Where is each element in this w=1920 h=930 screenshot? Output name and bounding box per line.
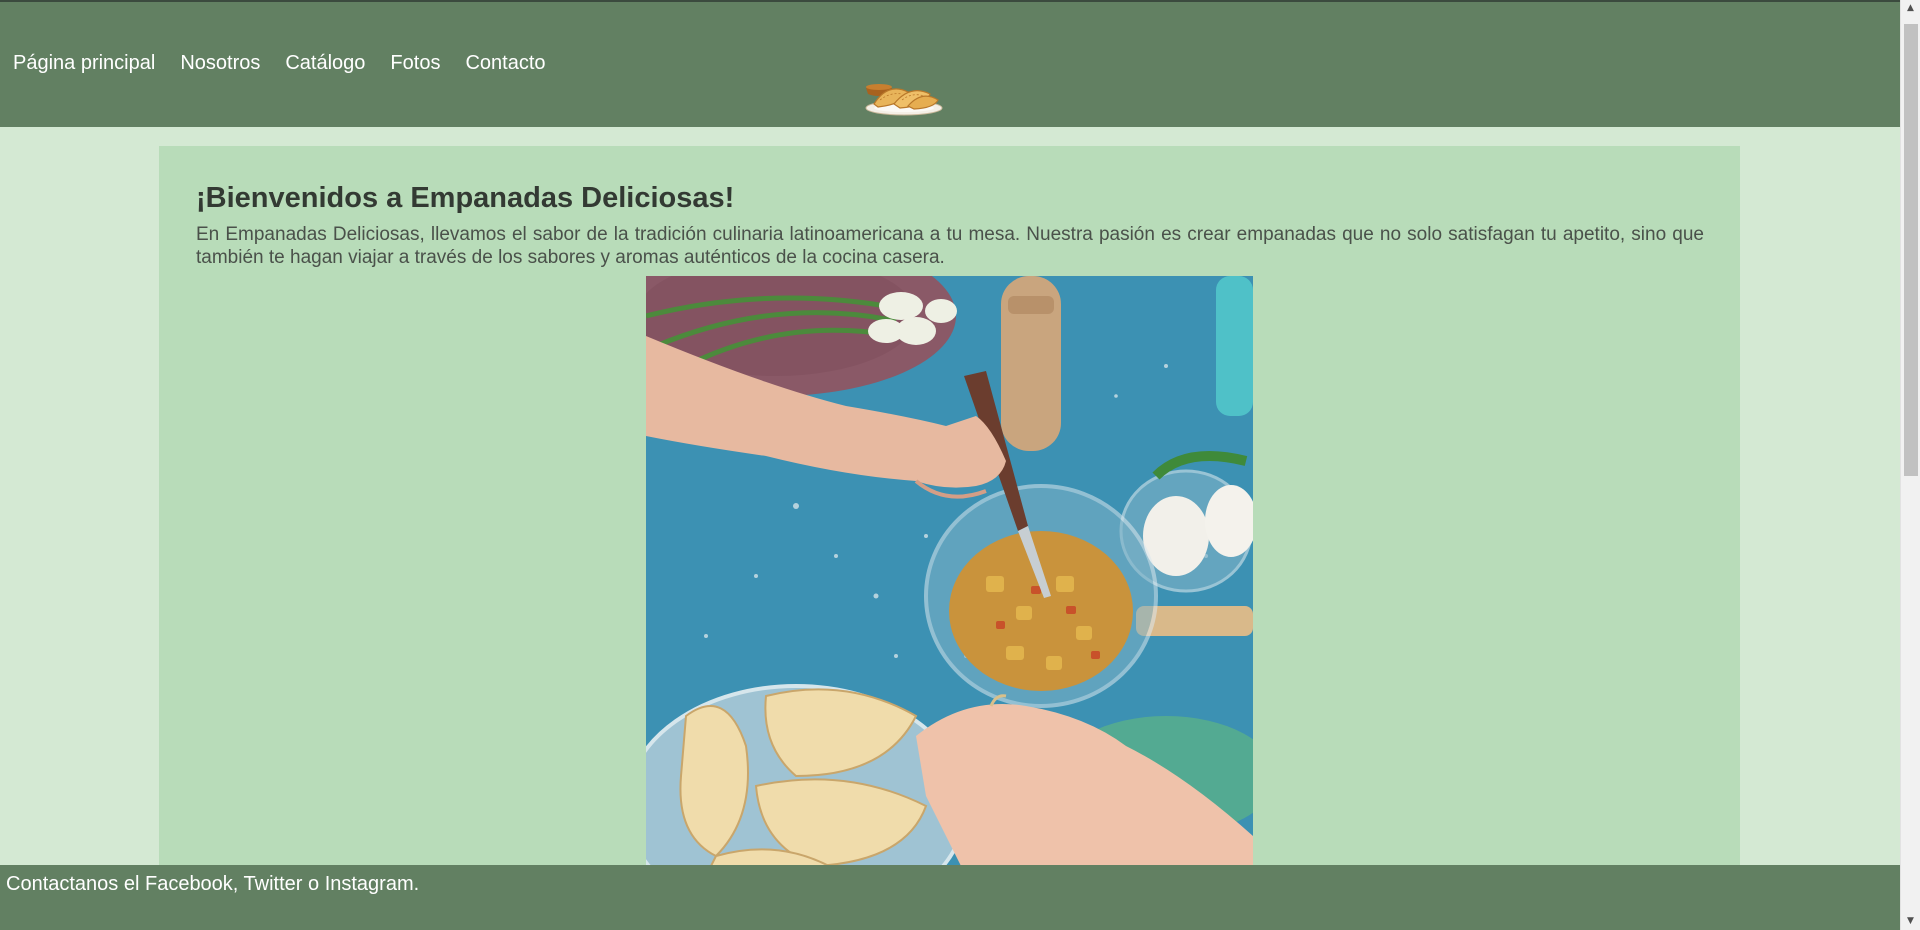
footer: Contactanos el Facebook, Twitter o Insta… [0,865,1900,930]
scroll-down-arrow-icon[interactable]: ▼ [1901,913,1920,930]
page-title: ¡Bienvenidos a Empanadas Deliciosas! [196,182,735,214]
empanadas-photo [646,276,1253,866]
nav-item-pagina-principal[interactable]: Página principal [13,52,155,75]
nav-links: Página principal Nosotros Catálogo Fotos… [13,52,571,75]
scrollbar-thumb[interactable] [1904,24,1918,476]
vertical-scrollbar[interactable]: ▲ ▼ [1900,0,1920,930]
nav-item-contacto[interactable]: Contacto [465,52,545,75]
nav-item-nosotros[interactable]: Nosotros [180,52,260,75]
intro-paragraph: En Empanadas Deliciosas, llevamos el sab… [196,224,1704,268]
main-content: ¡Bienvenidos a Empanadas Deliciosas! En … [159,146,1740,866]
empanadas-plate-icon [865,84,943,116]
scroll-up-arrow-icon[interactable]: ▲ [1901,0,1920,17]
nav-item-catalogo[interactable]: Catálogo [285,52,365,75]
footer-contact-text: Contactanos el Facebook, Twitter o Insta… [6,873,420,895]
nav-item-fotos[interactable]: Fotos [390,52,440,75]
navbar: Página principal Nosotros Catálogo Fotos… [0,2,1900,127]
